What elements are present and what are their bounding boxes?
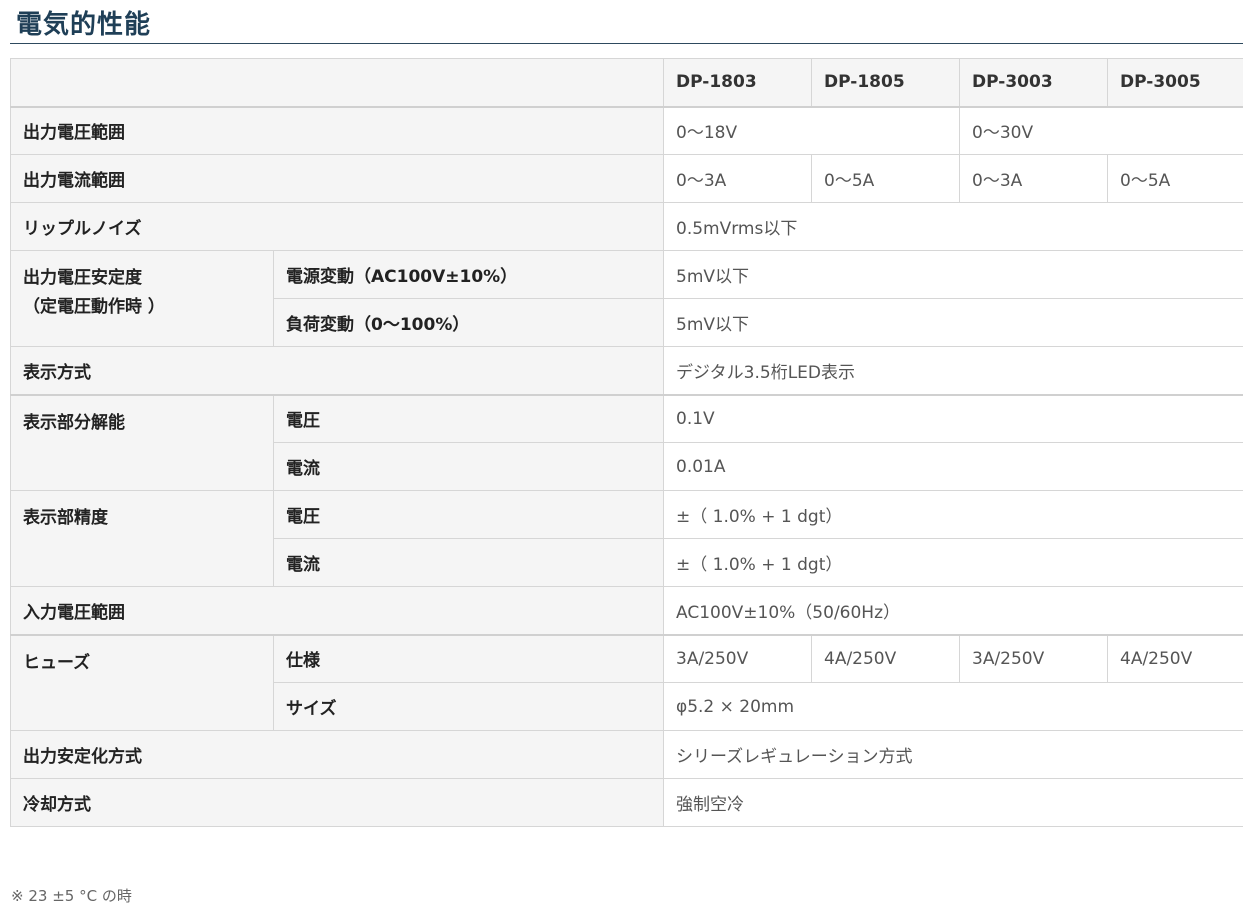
row-label-voltage-stability: 出力電圧安定度 （定電圧動作時 ） (10, 250, 274, 347)
table-row: 出力電圧範囲 0～18V 0～30V (10, 105, 1243, 155)
sub-label-fuse-spec: 仕様 (273, 633, 664, 683)
sub-label-resolution-current: 電流 (273, 442, 664, 491)
output-voltage-3000-series: 0～30V (959, 105, 1243, 155)
output-current-dp-1805: 0～5A (811, 154, 960, 203)
voltage-stability-label-line1: 出力電圧安定度 (23, 268, 142, 288)
row-label-input-voltage: 入力電圧範囲 (10, 586, 664, 635)
table-row: 出力電圧安定度 （定電圧動作時 ） 電源変動（AC100V±10%） 5mV以下 (10, 250, 1243, 347)
row-label-fuse: ヒューズ (10, 633, 274, 731)
table-row: ヒューズ 仕様 3A/250V 4A/250V 3A/250V 4A/250V (10, 633, 1243, 731)
row-label-regulation-method: 出力安定化方式 (10, 730, 664, 779)
table-row: 表示部分解能 電圧 0.1V (10, 393, 1243, 491)
sub-label-load-regulation: 負荷変動（0～100%） (273, 298, 664, 347)
input-voltage-value: AC100V±10%（50/60Hz） (663, 586, 1243, 635)
row-label-resolution: 表示部分解能 (10, 393, 274, 491)
cooling-value: 強制空冷 (663, 778, 1243, 827)
resolution-voltage-value: 0.1V (663, 393, 1243, 443)
sub-label-line-regulation: 電源変動（AC100V±10%） (273, 250, 664, 299)
table-row: 出力電流範囲 0～3A 0～5A 0～3A 0～5A (10, 154, 1243, 203)
accuracy-current-value: ±（ 1.0% + 1 dgt） (663, 538, 1243, 587)
fuse-spec-dp-1803: 3A/250V (663, 633, 812, 683)
table-row: 表示部精度 電圧 ±（ 1.0% + 1 dgt） (10, 490, 1243, 587)
header-dp-1803: DP-1803 (663, 58, 812, 107)
sub-label-accuracy-current: 電流 (273, 538, 664, 587)
table-row: 入力電圧範囲 AC100V±10%（50/60Hz） (10, 586, 1243, 635)
regulation-method-value: シリーズレギュレーション方式 (663, 730, 1243, 779)
table-row: 表示方式 デジタル3.5桁LED表示 (10, 346, 1243, 395)
title-divider (10, 43, 1243, 44)
output-current-dp-3005: 0～5A (1107, 154, 1243, 203)
voltage-stability-label-line2: （定電圧動作時 ） (23, 297, 165, 317)
ripple-value: 0.5mVrms以下 (663, 202, 1243, 251)
table-header-row: DP-1803 DP-1805 DP-3003 DP-3005 (10, 58, 1243, 107)
output-voltage-1800-series: 0～18V (663, 105, 960, 155)
header-dp-3003: DP-3003 (959, 58, 1108, 107)
section-title: 電気的性能 (16, 10, 152, 40)
header-dp-1805: DP-1805 (811, 58, 960, 107)
output-current-dp-3003: 0～3A (959, 154, 1108, 203)
resolution-current-value: 0.01A (663, 442, 1243, 491)
sub-label-fuse-size: サイズ (273, 682, 664, 731)
sub-label-accuracy-voltage: 電圧 (273, 490, 664, 539)
table-row: 冷却方式 強制空冷 (10, 778, 1243, 827)
electrical-spec-table: DP-1803 DP-1805 DP-3003 DP-3005 出力電圧範囲 0… (10, 58, 1243, 827)
load-regulation-value: 5mV以下 (663, 298, 1243, 347)
display-value: デジタル3.5桁LED表示 (663, 346, 1243, 395)
output-current-dp-1803: 0～3A (663, 154, 812, 203)
accuracy-voltage-value: ±（ 1.0% + 1 dgt） (663, 490, 1243, 539)
row-label-accuracy: 表示部精度 (10, 490, 274, 587)
fuse-spec-dp-1805: 4A/250V (811, 633, 960, 683)
row-label-cooling: 冷却方式 (10, 778, 664, 827)
header-dp-3005: DP-3005 (1107, 58, 1243, 107)
table-row: リップルノイズ 0.5mVrms以下 (10, 202, 1243, 251)
table-row: 出力安定化方式 シリーズレギュレーション方式 (10, 730, 1243, 779)
fuse-spec-dp-3003: 3A/250V (959, 633, 1108, 683)
fuse-size-value: φ5.2 × 20mm (663, 682, 1243, 731)
fuse-spec-dp-3005: 4A/250V (1107, 633, 1243, 683)
sub-label-resolution-voltage: 電圧 (273, 393, 664, 443)
footnote: ※ 23 ±5 °C の時 (11, 887, 132, 905)
line-regulation-value: 5mV以下 (663, 250, 1243, 299)
row-label-output-voltage: 出力電圧範囲 (10, 105, 664, 155)
header-blank-cell (10, 58, 664, 107)
row-label-output-current: 出力電流範囲 (10, 154, 664, 203)
row-label-display: 表示方式 (10, 346, 664, 395)
row-label-ripple: リップルノイズ (10, 202, 664, 251)
